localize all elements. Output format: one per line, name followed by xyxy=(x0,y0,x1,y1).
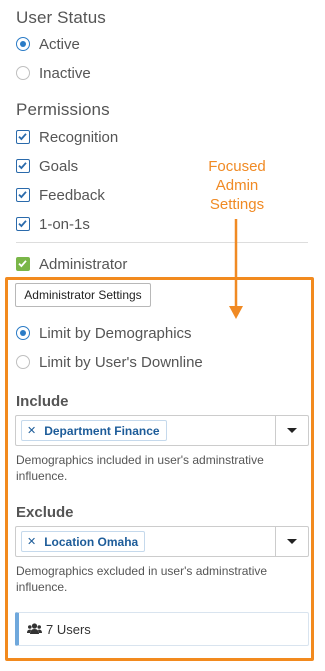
permission-recognition[interactable]: Recognition xyxy=(16,126,118,148)
users-count-label: 7 Users xyxy=(46,621,91,637)
scope-option-downline[interactable]: Limit by User's Downline xyxy=(16,351,203,373)
permission-goals[interactable]: Goals xyxy=(16,155,78,177)
include-help-text: Demographics included in user's adminstr… xyxy=(16,453,264,483)
permission-label: Goals xyxy=(39,157,79,175)
include-tag-label: Department Finance xyxy=(44,423,160,438)
exclude-select[interactable]: ✕ Location Omaha xyxy=(15,526,309,557)
exclude-label: Exclude xyxy=(16,504,74,521)
caret-down-icon[interactable] xyxy=(287,428,297,433)
user-status-title: User Status xyxy=(16,8,106,27)
remove-tag-icon[interactable]: ✕ xyxy=(27,424,36,437)
check-icon[interactable] xyxy=(16,257,30,271)
permission-administrator[interactable]: Administrator xyxy=(16,253,127,275)
exclude-tag: ✕ Location Omaha xyxy=(21,531,146,552)
status-option-label: Active xyxy=(39,35,80,53)
users-icon xyxy=(27,623,42,635)
administrator-settings-button[interactable]: Administrator Settings xyxy=(15,283,151,307)
status-option-label: Inactive xyxy=(39,64,91,82)
include-select[interactable]: ✕ Department Finance xyxy=(15,415,309,446)
check-icon[interactable] xyxy=(16,217,30,231)
scope-option-demographics[interactable]: Limit by Demographics xyxy=(16,322,192,344)
check-icon[interactable] xyxy=(16,130,30,144)
include-label: Include xyxy=(16,393,69,410)
permission-label: Recognition xyxy=(39,128,119,146)
select-separator xyxy=(275,527,276,556)
radio-active[interactable] xyxy=(16,37,30,51)
permission-label: 1-on-1s xyxy=(39,215,90,233)
permissions-title: Permissions xyxy=(16,100,110,119)
exclude-help-text: Demographics excluded in user's adminstr… xyxy=(16,564,268,594)
exclude-tag-label: Location Omaha xyxy=(44,534,139,549)
select-separator xyxy=(275,416,276,445)
permission-1on1s[interactable]: 1-on-1s xyxy=(16,213,90,235)
permission-feedback[interactable]: Feedback xyxy=(16,184,105,206)
radio-inactive[interactable] xyxy=(16,66,30,80)
users-count-box: 7 Users xyxy=(15,612,309,646)
annotation-label: Focused Admin Settings xyxy=(208,158,266,213)
permission-label: Feedback xyxy=(39,186,105,204)
permissions-divider xyxy=(16,242,308,243)
include-tag: ✕ Department Finance xyxy=(21,420,167,441)
administrator-label: Administrator xyxy=(39,255,128,273)
check-icon[interactable] xyxy=(16,188,30,202)
scope-option-label: Limit by Demographics xyxy=(39,324,192,342)
status-option-active[interactable]: Active xyxy=(16,33,80,55)
remove-tag-icon[interactable]: ✕ xyxy=(27,535,36,548)
radio-demographics[interactable] xyxy=(16,326,30,340)
caret-down-icon[interactable] xyxy=(287,539,297,544)
check-icon[interactable] xyxy=(16,159,30,173)
status-option-inactive[interactable]: Inactive xyxy=(16,62,91,84)
radio-downline[interactable] xyxy=(16,355,30,369)
scope-option-label: Limit by User's Downline xyxy=(39,353,203,371)
